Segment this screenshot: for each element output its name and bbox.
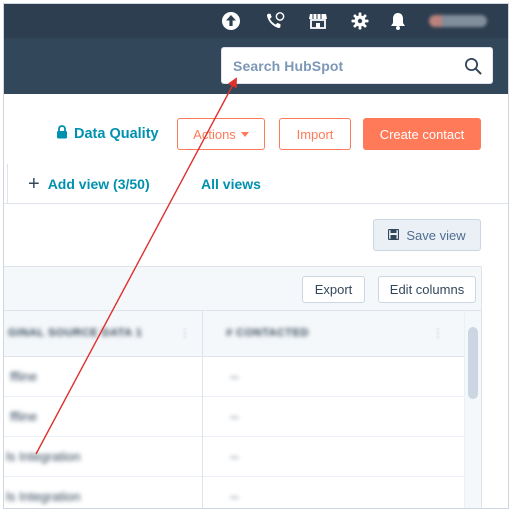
- create-contact-button[interactable]: Create contact: [363, 118, 481, 150]
- top-nav: [4, 4, 508, 38]
- table-row[interactable]: ffline --: [4, 357, 464, 397]
- actions-label: Actions: [193, 126, 236, 142]
- table-cell: ls Integration: [6, 489, 81, 504]
- notifications-icon[interactable]: [388, 11, 408, 31]
- views-bar: + Add view (3/50) All views: [4, 164, 508, 204]
- table-row[interactable]: ls Integration --: [4, 477, 464, 508]
- add-view-label: Add view (3/50): [47, 176, 150, 192]
- search-placeholder: Search HubSpot: [233, 58, 344, 74]
- table-header: GINAL SOURCE DATA 1 ⋮ # CONTACTED ⋮: [4, 311, 464, 357]
- table-cell: ffline: [10, 409, 38, 424]
- table-cell: --: [230, 369, 239, 384]
- data-quality-link[interactable]: Data Quality: [56, 124, 159, 144]
- column-divider: [202, 311, 203, 508]
- column-menu-icon[interactable]: ⋮: [432, 326, 444, 340]
- table-cell: --: [230, 409, 239, 424]
- lock-icon: [56, 125, 68, 143]
- table-cell: --: [230, 449, 239, 464]
- create-contact-label: Create contact: [379, 126, 465, 142]
- upgrade-icon[interactable]: [221, 11, 241, 31]
- save-view-button[interactable]: Save view: [373, 219, 481, 251]
- export-button[interactable]: Export: [302, 276, 365, 303]
- search-bar: Search HubSpot: [4, 38, 508, 94]
- column-header-contacted[interactable]: # CONTACTED: [226, 327, 309, 339]
- column-header-source[interactable]: GINAL SOURCE DATA 1: [8, 327, 142, 339]
- contacts-table: Export Edit columns GINAL SOURCE DATA 1 …: [4, 266, 482, 508]
- column-menu-icon[interactable]: ⋮: [179, 326, 191, 340]
- add-view-button[interactable]: + Add view (3/50): [28, 174, 150, 194]
- active-tab-edge: [4, 164, 8, 204]
- settings-icon[interactable]: [350, 11, 370, 31]
- search-icon[interactable]: [464, 57, 482, 75]
- save-view-label: Save view: [406, 227, 466, 243]
- account-avatar[interactable]: [429, 15, 487, 27]
- scrollbar-thumb[interactable]: [468, 327, 478, 399]
- actions-dropdown-button[interactable]: Actions: [177, 118, 265, 150]
- edit-columns-button[interactable]: Edit columns: [378, 276, 476, 303]
- calling-icon[interactable]: [265, 11, 285, 31]
- table-toolbar: Export Edit columns: [4, 267, 481, 311]
- table-row[interactable]: ls Integration --: [4, 437, 464, 477]
- caret-down-icon: [240, 131, 249, 137]
- app-window: Search HubSpot Data Quality Actions Impo…: [3, 3, 509, 509]
- import-button[interactable]: Import: [279, 118, 351, 150]
- import-label: Import: [296, 126, 334, 142]
- search-input[interactable]: Search HubSpot: [221, 47, 493, 84]
- vertical-scrollbar[interactable]: [464, 311, 481, 508]
- all-views-link[interactable]: All views: [201, 176, 261, 192]
- table-cell: ls Integration: [6, 449, 81, 464]
- plus-icon: +: [28, 173, 40, 195]
- marketplace-icon[interactable]: [308, 11, 328, 31]
- table-row[interactable]: ffline --: [4, 397, 464, 437]
- save-icon: [388, 228, 400, 243]
- table-cell: --: [230, 489, 239, 504]
- table-cell: ffline: [10, 369, 38, 384]
- data-quality-label: Data Quality: [74, 126, 159, 142]
